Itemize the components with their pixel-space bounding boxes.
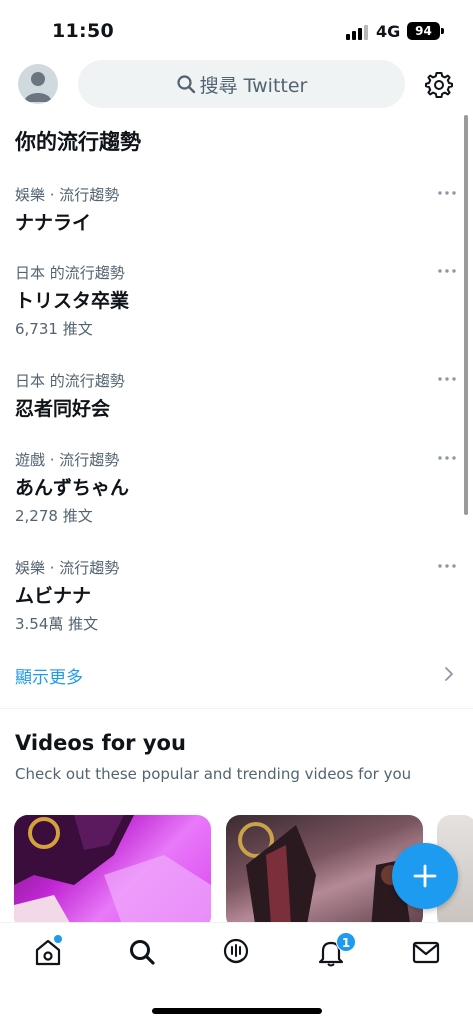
battery-icon: 94 [407, 22, 440, 40]
trends-title: 你的流行趨勢 [15, 130, 141, 154]
more-icon[interactable] [437, 453, 457, 463]
more-icon[interactable] [437, 266, 457, 276]
trend-item[interactable]: 日本 的流行趨勢 トリスタ卒業 6,731 推文 [0, 262, 473, 342]
more-icon[interactable] [437, 374, 457, 384]
status-bar: 11:50 4G 94 [0, 0, 473, 56]
more-icon[interactable] [437, 188, 457, 198]
trend-name: 忍者同好会 [15, 398, 111, 420]
notifications-badge: 1 [336, 932, 356, 952]
trend-category: 日本 的流行趨勢 [15, 372, 125, 390]
avatar[interactable] [18, 64, 58, 104]
search-input[interactable]: 搜尋 Twitter [78, 60, 405, 108]
avatar-person-icon [24, 72, 52, 102]
mail-icon[interactable] [411, 937, 441, 967]
video-thumbnail-art [14, 815, 211, 930]
trend-count: 3.54萬 推文 [15, 615, 99, 633]
status-time: 11:50 [52, 20, 114, 42]
trend-count: 6,731 推文 [15, 320, 93, 338]
trend-name: ナナライ [15, 212, 92, 234]
trend-category: 娛樂 · 流行趨勢 [15, 186, 120, 204]
trend-item[interactable]: 日本 的流行趨勢 忍者同好会 [0, 370, 473, 430]
trend-category: 娛樂 · 流行趨勢 [15, 559, 120, 577]
home-indicator [152, 1008, 322, 1014]
videos-subtitle: Check out these popular and trending vid… [15, 765, 412, 783]
search-icon [177, 75, 195, 94]
gear-icon[interactable] [425, 70, 453, 98]
trend-name: トリスタ卒業 [15, 290, 130, 312]
header: 搜尋 Twitter [0, 58, 473, 110]
spaces-icon[interactable] [221, 937, 251, 967]
signal-icon [346, 24, 370, 40]
trend-category: 日本 的流行趨勢 [15, 264, 125, 282]
show-more-link[interactable]: 顯示更多 [15, 663, 83, 688]
trend-name: ムビナナ [15, 585, 92, 607]
plus-icon [413, 864, 437, 888]
home-notification-dot [54, 935, 62, 943]
search-placeholder: 搜尋 Twitter [199, 74, 308, 97]
trend-item[interactable]: 遊戲 · 流行趨勢 あんずちゃん 2,278 推文 [0, 449, 473, 529]
trend-name: あんずちゃん [15, 477, 130, 499]
trend-item[interactable]: 娛樂 · 流行趨勢 ナナライ [0, 184, 473, 244]
trend-count: 2,278 推文 [15, 507, 93, 525]
more-icon[interactable] [437, 561, 457, 571]
trend-item[interactable]: 娛樂 · 流行趨勢 ムビナナ 3.54萬 推文 [0, 557, 473, 637]
video-thumbnail[interactable] [14, 815, 211, 930]
battery-tip [441, 28, 444, 34]
chevron-right-icon[interactable] [443, 666, 455, 682]
trend-category: 遊戲 · 流行趨勢 [15, 451, 120, 469]
section-divider [0, 708, 473, 709]
network-type: 4G [376, 22, 401, 41]
compose-button[interactable] [392, 843, 458, 909]
search-tab-icon[interactable] [127, 937, 157, 967]
videos-title: Videos for you [15, 731, 186, 755]
